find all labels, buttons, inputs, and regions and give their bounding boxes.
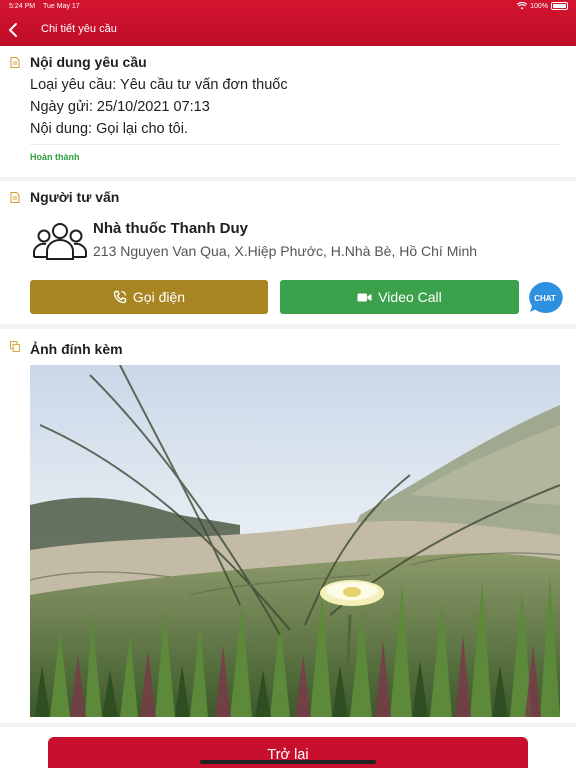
status-time: 5:24 PM <box>9 3 36 10</box>
page-title: Chi tiết yêu cầu <box>41 23 117 35</box>
battery-percent: 100% <box>530 2 548 10</box>
call-button[interactable]: Gọi điện <box>30 280 268 314</box>
wifi-icon <box>517 2 528 10</box>
status-badge: Hoàn thành <box>30 152 80 162</box>
attachments-section-title: Ảnh đính kèm <box>30 341 123 357</box>
video-camera-icon <box>357 293 372 301</box>
chat-bubble-icon[interactable]: CHAT <box>527 281 563 313</box>
request-section-title: Nội dung yêu cầu <box>30 54 147 70</box>
status-bar: 5:24 PM Tue May 17 100% <box>0 2 576 14</box>
attachment-photo[interactable] <box>30 365 560 717</box>
back-button-label: Trở lại <box>267 747 309 763</box>
pharmacy-address: 213 Nguyen Van Qua, X.Hiệp Phước, H.Nhà … <box>93 243 478 259</box>
request-content: Nội dung: Gọi lại cho tôi. <box>30 121 188 137</box>
home-indicator[interactable] <box>200 760 376 764</box>
video-call-button[interactable]: Video Call <box>280 280 519 314</box>
video-call-label: Video Call <box>378 289 442 305</box>
navigation-bar: 5:24 PM Tue May 17 100% Chi tiết yêu cầu <box>0 0 576 46</box>
consultant-card: Người tư vấn Nhà thuốc Thanh Duy 213 Ngu… <box>0 181 576 324</box>
phone-icon <box>113 290 127 304</box>
call-button-label: Gọi điện <box>132 289 186 305</box>
back-arrow-icon[interactable] <box>7 22 21 38</box>
request-card: Nội dung yêu cầu Loại yêu cầu: Yêu cầu t… <box>0 46 576 177</box>
document-icon <box>10 192 20 203</box>
battery-icon <box>551 2 568 10</box>
divider <box>30 144 560 145</box>
copy-icon <box>10 341 20 352</box>
pharmacy-name: Nhà thuốc Thanh Duy <box>93 220 248 237</box>
group-users-icon <box>33 223 87 260</box>
status-date: Tue May 17 <box>43 3 80 10</box>
status-right: 100% <box>517 2 568 10</box>
attachments-card: Ảnh đính kèm <box>0 329 576 723</box>
consultant-section-title: Người tư vấn <box>30 189 120 205</box>
chat-label: CHAT <box>534 294 556 303</box>
request-date: Ngày gửi: 25/10/2021 07:13 <box>30 99 210 115</box>
document-icon <box>10 57 20 68</box>
request-type: Loại yêu cầu: Yêu cầu tư vấn đơn thuốc <box>30 77 288 93</box>
